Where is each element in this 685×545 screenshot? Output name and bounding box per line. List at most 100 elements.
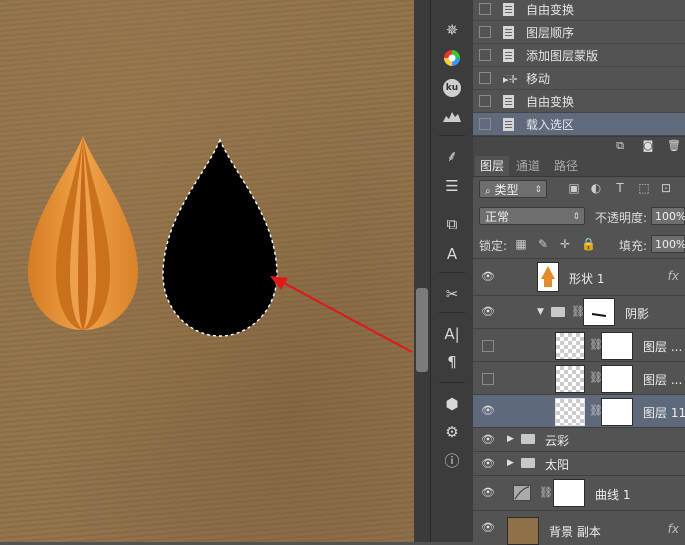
- clone-source-icon[interactable]: ⧉: [438, 212, 466, 236]
- dropdown-arrow-icon: ⇕: [572, 212, 580, 222]
- eye-icon[interactable]: 👁: [481, 457, 495, 470]
- mask-thumbnail[interactable]: [601, 398, 633, 426]
- document-canvas[interactable]: [0, 0, 414, 542]
- visibility-toggle[interactable]: [482, 340, 494, 352]
- history-item[interactable]: 图层顺序: [473, 21, 685, 44]
- layer-row-curves[interactable]: 👁 ⛓ 曲线 1: [473, 475, 685, 510]
- layer-filter-dropdown[interactable]: ⌕ 类型 ⇕: [479, 180, 547, 198]
- annotation-arrow: [270, 276, 413, 353]
- smart-object-filter-icon[interactable]: ⊡: [659, 181, 673, 195]
- canvas-artwork: [27, 136, 413, 353]
- tab-paths[interactable]: 路径: [549, 156, 583, 176]
- shape-filter-icon[interactable]: ⬚: [637, 181, 651, 195]
- folder-icon: [551, 307, 565, 317]
- info-icon[interactable]: ⓘ: [438, 448, 466, 472]
- blend-mode-dropdown[interactable]: 正常 ⇕: [479, 207, 585, 225]
- history-footer: ⧉ ◙ 🗑: [473, 136, 685, 157]
- history-item[interactable]: ▸✛ 移动: [473, 67, 685, 90]
- lock-label: 锁定:: [479, 239, 508, 253]
- trash-icon[interactable]: 🗑: [667, 140, 681, 152]
- eye-icon[interactable]: 👁: [481, 270, 495, 283]
- layer-group-shadow[interactable]: 👁 ▼ ⛓ 阴影: [473, 295, 685, 328]
- histogram-icon[interactable]: [438, 104, 466, 128]
- brush-presets-icon[interactable]: ⸙: [438, 144, 466, 168]
- eye-icon[interactable]: 👁: [481, 521, 495, 534]
- document-state-icon: [503, 48, 514, 62]
- paragraph-char-icon[interactable]: A|: [438, 322, 466, 346]
- dropdown-arrow-icon: ⇕: [534, 185, 542, 195]
- document-state-icon: [503, 94, 514, 108]
- history-snapshot-checkbox[interactable]: [479, 72, 491, 84]
- layer-row[interactable]: ⛓ 图层 ...: [473, 361, 685, 394]
- orange-drop-shape: [27, 136, 139, 330]
- history-snapshot-checkbox[interactable]: [479, 118, 491, 130]
- new-document-from-state-icon[interactable]: ⧉: [613, 140, 627, 152]
- history-snapshot-checkbox[interactable]: [479, 3, 491, 15]
- black-drop-selection: [162, 138, 278, 337]
- type-filter-icon[interactable]: T: [613, 181, 627, 195]
- search-icon: ⌕: [485, 186, 491, 197]
- chevron-down-icon[interactable]: ▼: [537, 307, 544, 317]
- lock-image-icon[interactable]: ✎: [537, 238, 549, 250]
- lock-transparent-icon[interactable]: ▦: [515, 238, 527, 250]
- move-tool-icon: ▸✛: [503, 72, 518, 86]
- mask-thumbnail[interactable]: [601, 332, 633, 360]
- history-item[interactable]: 添加图层蒙版: [473, 44, 685, 67]
- history-item-active[interactable]: 载入选区: [473, 113, 685, 136]
- history-snapshot-checkbox[interactable]: [479, 95, 491, 107]
- character-icon[interactable]: A: [438, 242, 466, 266]
- lock-position-icon[interactable]: ✛: [559, 238, 571, 250]
- tab-channels[interactable]: 通道: [511, 156, 545, 176]
- opacity-field[interactable]: 100%: [651, 207, 685, 225]
- mask-thumbnail[interactable]: [583, 298, 615, 326]
- color-wheel-icon[interactable]: [438, 46, 466, 70]
- history-item[interactable]: 自由变换: [473, 90, 685, 113]
- mask-thumbnail[interactable]: [601, 365, 633, 393]
- tools-icon[interactable]: ✂: [438, 282, 466, 306]
- visibility-toggle[interactable]: [482, 373, 494, 385]
- layer-thumbnail: [555, 365, 585, 393]
- fx-icon[interactable]: fx: [668, 269, 679, 283]
- adjustment-filter-icon[interactable]: ◐: [589, 181, 603, 195]
- layer-row-background-copy[interactable]: 👁 背景 副本 fx: [473, 510, 685, 545]
- paragraph-icon[interactable]: ¶: [438, 350, 466, 374]
- layer-thumbnail: [555, 398, 585, 426]
- layer-group-sun[interactable]: 👁 ▶ 太阳: [473, 451, 685, 475]
- fx-icon[interactable]: fx: [668, 522, 679, 536]
- layer-group-clouds[interactable]: 👁 ▶ 云彩: [473, 427, 685, 451]
- layer-row[interactable]: ⛓ 图层 ...: [473, 328, 685, 361]
- shape-thumbnail: [537, 262, 559, 292]
- chevron-right-icon[interactable]: ▶: [507, 458, 514, 468]
- scrollbar-thumb[interactable]: [416, 288, 428, 372]
- eye-icon[interactable]: 👁: [481, 404, 495, 417]
- navigator-icon[interactable]: ✵: [438, 18, 466, 42]
- link-icon[interactable]: ⛓: [539, 486, 553, 499]
- history-panel: 自由变换 图层顺序 添加图层蒙版 ▸✛ 移动 自由变换 载入选区: [473, 0, 685, 136]
- panel-icon-strip: ✵ ku ⸙ ☰ ⧉ A ✂ A| ¶ ⬢ ⚙ ⓘ: [430, 0, 474, 542]
- fill-label: 填充:: [619, 239, 648, 253]
- eye-icon[interactable]: 👁: [481, 305, 495, 318]
- layers-panel: 图层 通道 路径 ⌕ 类型 ⇕ ▣ ◐ T ⬚ ⊡ 正常 ⇕ 不透明度: 100…: [473, 156, 685, 545]
- document-state-icon: [503, 25, 514, 39]
- history-snapshot-checkbox[interactable]: [479, 49, 491, 61]
- properties-icon[interactable]: ⚙: [438, 420, 466, 444]
- eye-icon[interactable]: 👁: [481, 486, 495, 499]
- snapshot-camera-icon[interactable]: ◙: [641, 140, 655, 152]
- adjust-icon[interactable]: ☰: [438, 174, 466, 198]
- history-item[interactable]: 自由变换: [473, 0, 685, 21]
- fill-field[interactable]: 100%: [651, 235, 685, 253]
- tab-layers[interactable]: 图层: [475, 156, 510, 176]
- pixel-filter-icon[interactable]: ▣: [567, 181, 581, 195]
- layer-row-shape[interactable]: 👁 形状 1 fx: [473, 258, 685, 295]
- history-snapshot-checkbox[interactable]: [479, 26, 491, 38]
- mask-thumbnail[interactable]: [553, 479, 585, 507]
- canvas-vertical-scrollbar[interactable]: [414, 0, 430, 542]
- lock-all-icon[interactable]: 🔒: [581, 238, 596, 250]
- 3d-icon[interactable]: ⬢: [438, 392, 466, 416]
- layers-tab-row: 图层 通道 路径: [473, 156, 685, 177]
- layer-row-selected[interactable]: 👁 ⛓ 图层 11: [473, 394, 685, 427]
- kuler-icon[interactable]: ku: [438, 76, 466, 100]
- chevron-right-icon[interactable]: ▶: [507, 434, 514, 444]
- eye-icon[interactable]: 👁: [481, 433, 495, 446]
- layer-thumbnail: [555, 332, 585, 360]
